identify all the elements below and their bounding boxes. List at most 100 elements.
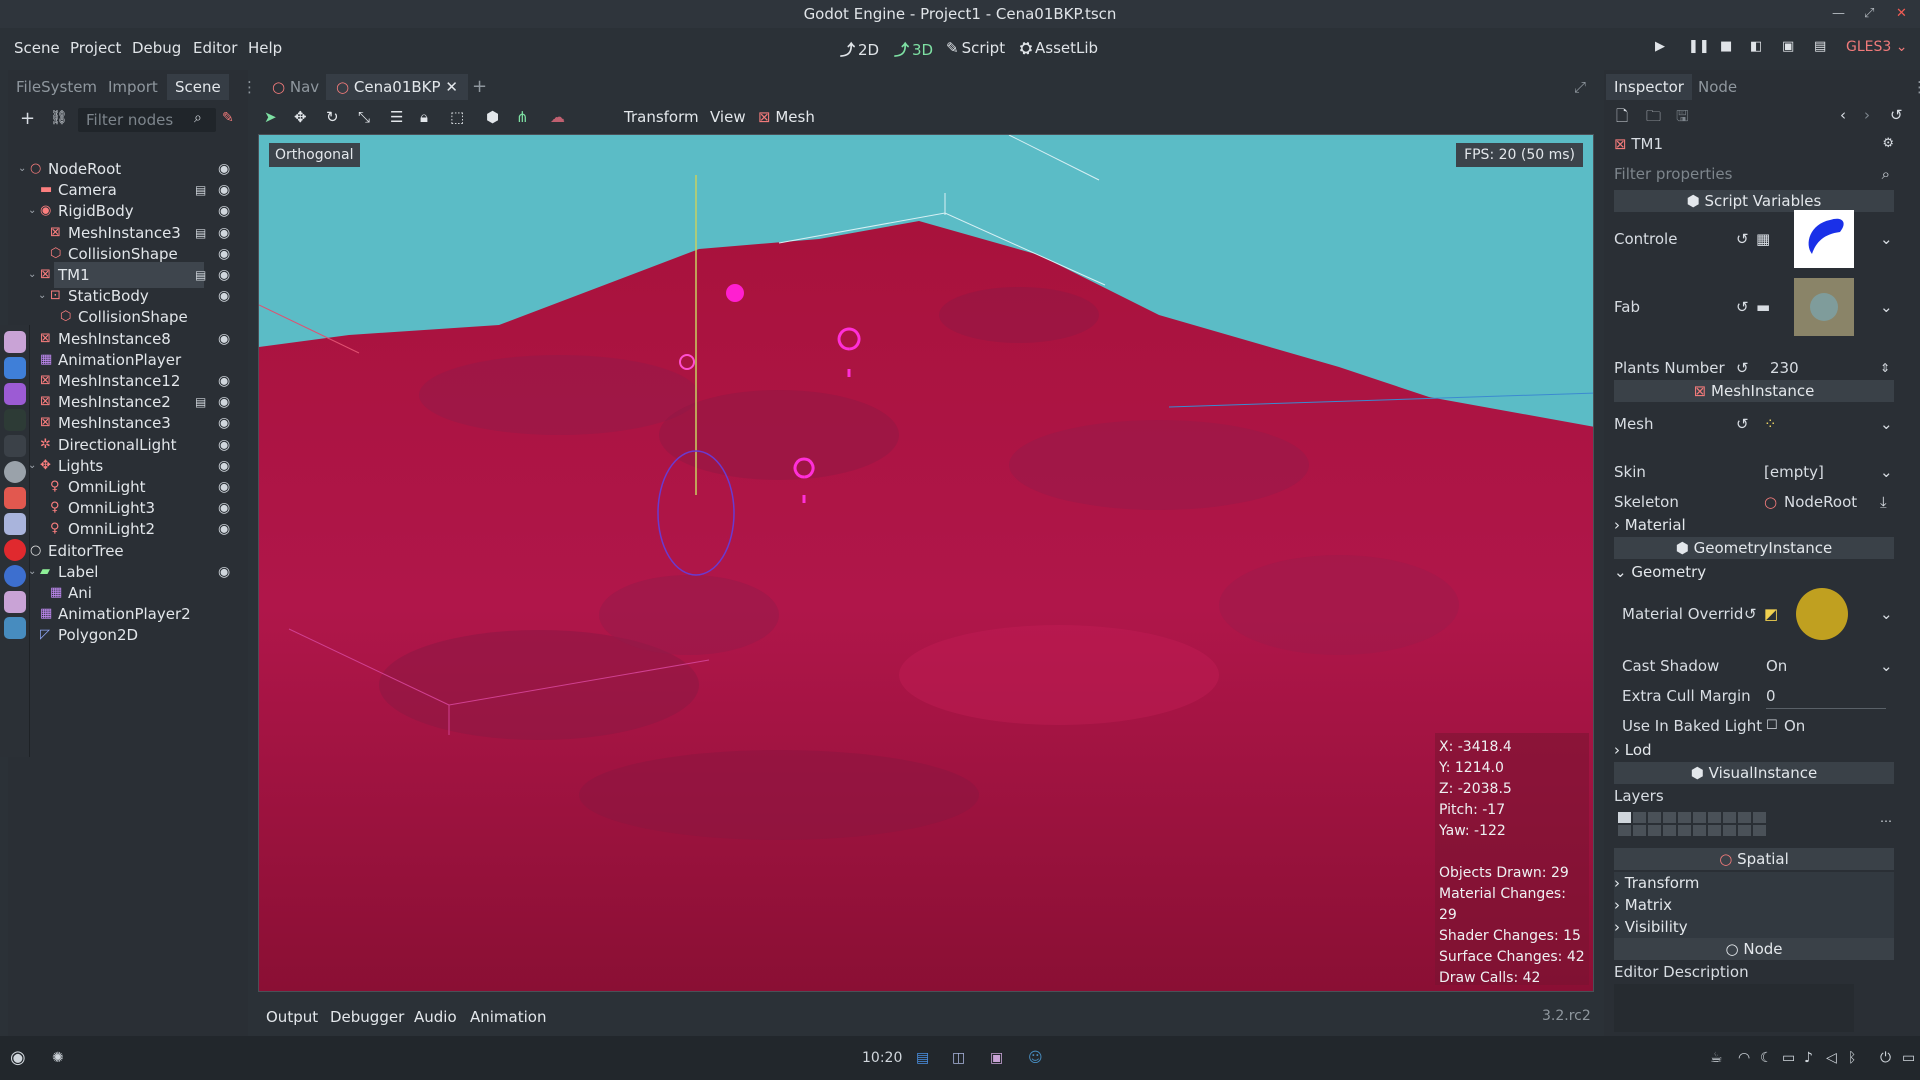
mode-script-button[interactable]: ✎ Script: [946, 39, 1005, 57]
monitor-app-icon[interactable]: [4, 409, 26, 431]
add-scene-tab-icon[interactable]: +: [462, 74, 497, 100]
drop-app-icon[interactable]: [4, 565, 26, 587]
stop-icon[interactable]: ■: [1720, 39, 1732, 54]
docs-app-icon[interactable]: [4, 357, 26, 379]
filter-properties-input[interactable]: Filter properties ⌕: [1614, 162, 1894, 186]
add-node-icon[interactable]: +: [20, 108, 35, 129]
new-resource-icon[interactable]: 🗋︎: [1616, 106, 1628, 131]
notes-app-icon[interactable]: [4, 513, 26, 535]
transform-menu[interactable]: Transform: [624, 108, 699, 126]
task-files-icon[interactable]: ▣: [990, 1050, 1003, 1066]
group-icon[interactable]: ⬚: [450, 108, 464, 126]
tab-node[interactable]: Node: [1690, 74, 1745, 100]
paint-app-icon[interactable]: [4, 383, 26, 405]
lock-icon[interactable]: 🔒︎: [420, 108, 428, 126]
show-desktop-icon[interactable]: ▭: [1902, 1050, 1915, 1066]
task-docs-icon[interactable]: ▤: [916, 1050, 929, 1066]
files-app-icon[interactable]: [4, 331, 26, 353]
folder-app-icon[interactable]: [4, 591, 26, 613]
history-icon[interactable]: ↺: [1890, 106, 1903, 124]
controle-texture-preview[interactable]: [1794, 210, 1854, 268]
scene-tab-nav[interactable]: ○ Nav: [262, 74, 329, 100]
instance-scene-icon[interactable]: ⛓: [50, 110, 68, 126]
revert-icon[interactable]: ↺: [1736, 208, 1749, 270]
tab-animation[interactable]: Animation: [470, 1008, 546, 1026]
revert-icon[interactable]: ↺: [1744, 586, 1757, 642]
dropdown-icon[interactable]: ⌄: [1880, 412, 1893, 436]
lod-subsection[interactable]: › Lod: [1614, 739, 1894, 761]
night-light-icon[interactable]: ✺: [52, 1050, 64, 1066]
editor-description-input[interactable]: [1614, 984, 1854, 1032]
dropdown-icon[interactable]: ⌄: [1880, 654, 1893, 678]
environment-icon[interactable]: ☁: [550, 108, 565, 126]
moon-icon[interactable]: ☾: [1760, 1050, 1773, 1066]
menu-scene[interactable]: Scene: [14, 39, 60, 57]
layers-grid[interactable]: [1618, 812, 1774, 838]
select-tool-icon[interactable]: ➤: [264, 108, 277, 126]
material-subsection[interactable]: › Material: [1614, 514, 1894, 536]
attach-script-icon[interactable]: ✎: [222, 110, 234, 126]
visibility-subsection[interactable]: › Visibility: [1614, 916, 1894, 938]
disk-app-icon[interactable]: [4, 461, 26, 483]
layers-menu-icon[interactable]: ⋯: [1880, 814, 1892, 828]
mesh-menu[interactable]: ⊠ Mesh: [758, 108, 815, 126]
debug-scene-icon[interactable]: ▤: [1814, 39, 1826, 54]
tab-inspector[interactable]: Inspector: [1606, 74, 1692, 100]
revert-icon[interactable]: ↺: [1736, 276, 1749, 338]
mode-3d-button[interactable]: ⤴ 3D: [894, 39, 933, 60]
distraction-free-icon[interactable]: ⤢: [1564, 74, 1596, 100]
tab-output[interactable]: Output: [266, 1008, 318, 1026]
dropdown-icon[interactable]: ⌄: [1880, 276, 1893, 338]
local-space-icon[interactable]: ⬢: [486, 108, 499, 126]
spinner-icon[interactable]: ⇕: [1880, 356, 1890, 380]
minimize-icon[interactable]: —: [1832, 0, 1845, 28]
godot-app-icon[interactable]: [4, 617, 26, 639]
dropdown-icon[interactable]: ⌄: [1880, 208, 1893, 270]
cast-shadow-value[interactable]: On: [1766, 654, 1787, 678]
assign-node-icon[interactable]: ⤓: [1880, 490, 1887, 514]
tray-cup-icon[interactable]: ☕︎: [1710, 1050, 1723, 1066]
extra-cull-input[interactable]: 0: [1766, 684, 1886, 709]
menu-help[interactable]: Help: [248, 39, 282, 57]
tab-audio[interactable]: Audio: [414, 1008, 457, 1026]
mesh-resource-icon[interactable]: ⁘: [1764, 412, 1777, 436]
close-icon[interactable]: ✕: [1896, 0, 1907, 28]
task-godot-icon[interactable]: ☺: [1028, 1050, 1043, 1066]
tab-import[interactable]: Import: [100, 74, 166, 100]
transform-subsection[interactable]: › Transform: [1614, 872, 1894, 894]
pause-icon[interactable]: ❚❚: [1688, 39, 1710, 54]
skin-value[interactable]: [empty]: [1764, 460, 1824, 484]
geometry-subsection[interactable]: ⌄ Geometry: [1614, 561, 1894, 583]
tab-filesystem[interactable]: FileSystem: [8, 74, 105, 100]
view-menu[interactable]: View: [710, 108, 746, 126]
revert-icon[interactable]: ↺: [1736, 412, 1749, 436]
error-app-icon[interactable]: [4, 539, 26, 561]
power-icon[interactable]: ⏻: [1880, 1050, 1891, 1066]
volume-icon[interactable]: ◁: [1826, 1050, 1837, 1066]
dropdown-icon[interactable]: ⌄: [1880, 460, 1893, 484]
rotate-tool-icon[interactable]: ↻: [326, 108, 339, 126]
photos-app-icon[interactable]: [4, 487, 26, 509]
open-folder-icon[interactable]: 🗀︎: [1646, 106, 1661, 131]
scale-tool-icon[interactable]: ⤡: [358, 108, 370, 126]
object-properties-icon[interactable]: ⚙: [1882, 132, 1894, 156]
play-scene-icon[interactable]: ◧: [1750, 39, 1762, 54]
bell-icon[interactable]: ♪: [1804, 1050, 1813, 1066]
revert-icon[interactable]: ↺: [1736, 356, 1749, 380]
close-tab-icon[interactable]: ✕: [445, 78, 458, 96]
fab-scene-preview[interactable]: [1794, 278, 1854, 336]
mode-assetlib-button[interactable]: ⛭ AssetLib: [1020, 39, 1098, 57]
maximize-icon[interactable]: ⤢: [1864, 0, 1874, 28]
matrix-subsection[interactable]: › Matrix: [1614, 894, 1894, 916]
wifi-icon[interactable]: ◠: [1738, 1050, 1750, 1066]
dock-menu-icon[interactable]: ⋮: [1904, 74, 1920, 100]
folder-tray-icon[interactable]: ▭: [1782, 1050, 1795, 1066]
skeleton-value[interactable]: NodeRoot: [1784, 490, 1857, 514]
forward-icon[interactable]: ›: [1864, 106, 1870, 124]
dropdown-icon[interactable]: ⌄: [1880, 586, 1893, 642]
app-menu-icon[interactable]: ◉: [10, 1047, 26, 1068]
back-icon[interactable]: ‹: [1840, 106, 1846, 124]
3d-viewport[interactable]: Orthogonal FPS: 20 (50 ms) X: -3418.4 Y: …: [258, 134, 1594, 992]
terminal-app-icon[interactable]: [4, 435, 26, 457]
plants-number-input[interactable]: 230: [1770, 356, 1880, 380]
